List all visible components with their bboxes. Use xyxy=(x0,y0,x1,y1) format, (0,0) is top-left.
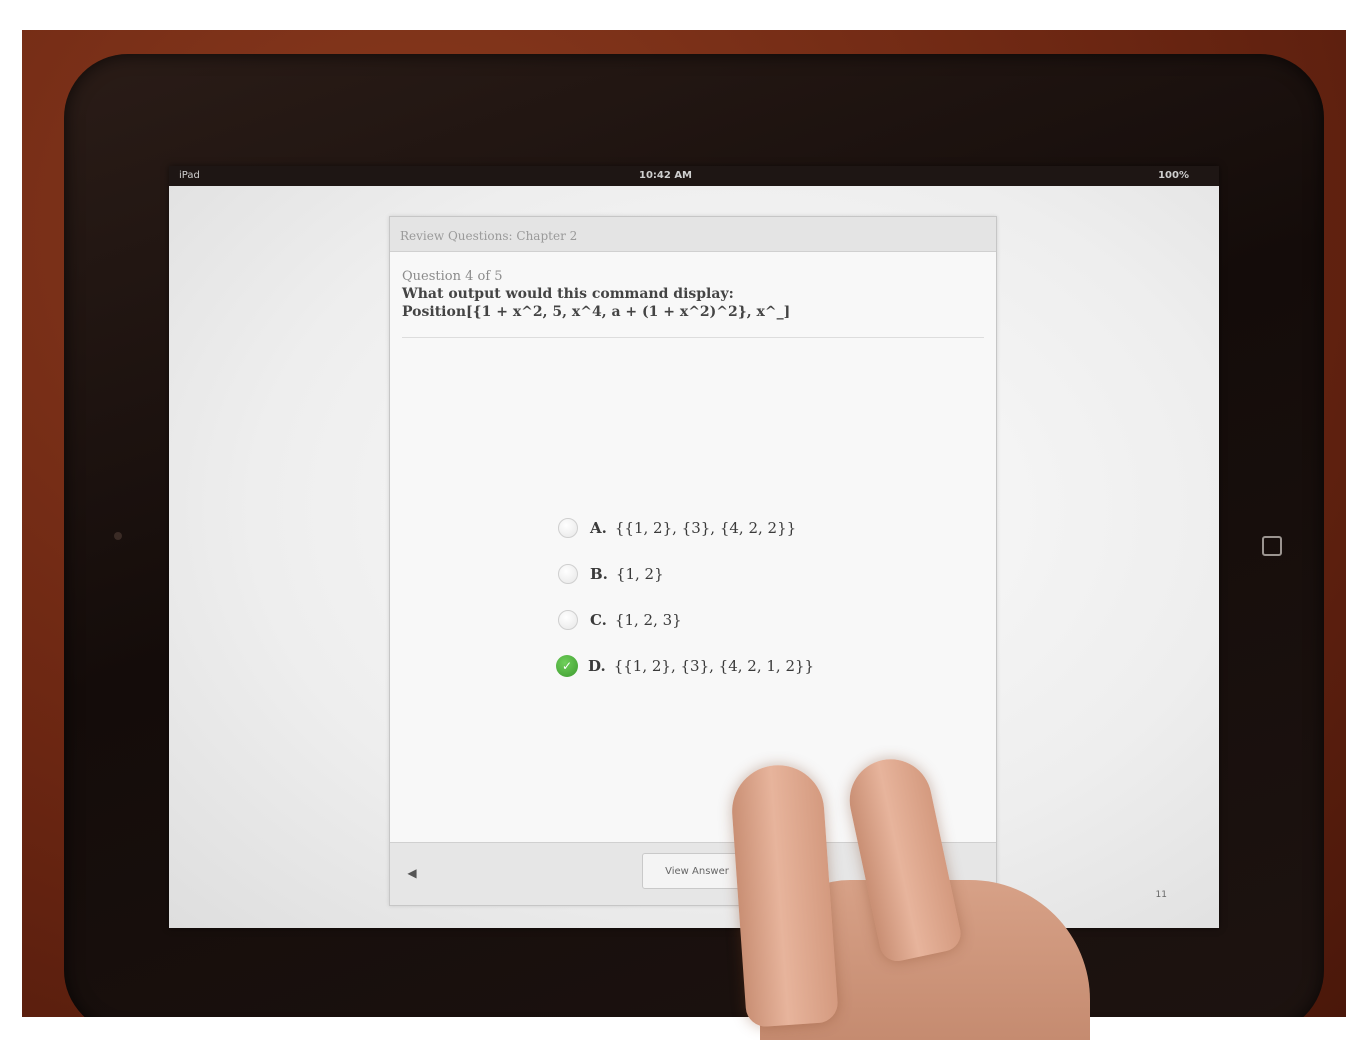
radio-icon[interactable] xyxy=(558,610,578,630)
option-letter: C. xyxy=(590,611,607,629)
option-b[interactable]: B. {1, 2} xyxy=(558,551,814,597)
option-text: {1, 2, 3} xyxy=(614,611,682,629)
checkmark-icon[interactable]: ✓ xyxy=(556,655,578,677)
option-text: {{1, 2}, {3}, {4, 2, 1, 2}} xyxy=(613,657,815,675)
question-code: Position[{1 + x^2, 5, x^4, a + (1 + x^2)… xyxy=(402,304,791,320)
option-d[interactable]: ✓ D. {{1, 2}, {3}, {4, 2, 1, 2}} xyxy=(556,643,815,689)
panel-title: Review Questions: Chapter 2 xyxy=(400,229,578,243)
question-block: Question 4 of 5 What output would this c… xyxy=(402,257,984,338)
option-letter: B. xyxy=(590,565,608,583)
left-arrow-icon[interactable]: ◀ xyxy=(400,861,424,885)
radio-icon[interactable] xyxy=(558,564,578,584)
radio-icon[interactable] xyxy=(558,518,578,538)
option-text: {1, 2} xyxy=(615,565,664,583)
status-bar: iPad 10:42 AM 100% xyxy=(169,166,1219,186)
panel-header: Review Questions: Chapter 2 xyxy=(390,217,996,252)
status-carrier: iPad xyxy=(179,170,200,181)
camera-icon xyxy=(114,532,122,540)
page-number: 11 xyxy=(1155,890,1167,900)
option-c[interactable]: C. {1, 2, 3} xyxy=(558,597,814,643)
status-battery: 100% xyxy=(1158,170,1189,181)
photo-background: iPad 10:42 AM 100% Review Questions: Cha… xyxy=(22,30,1346,1017)
ipad-screen: iPad 10:42 AM 100% Review Questions: Cha… xyxy=(169,166,1219,928)
question-counter: Question 4 of 5 xyxy=(402,269,503,284)
question-text: What output would this command display: xyxy=(402,286,734,302)
status-time: 10:42 AM xyxy=(639,170,693,181)
home-button-icon[interactable] xyxy=(1262,536,1282,556)
option-a[interactable]: A. {{1, 2}, {3}, {4, 2, 2}} xyxy=(558,505,814,551)
index-finger xyxy=(729,762,839,1028)
ipad-device: iPad 10:42 AM 100% Review Questions: Cha… xyxy=(64,54,1324,1017)
option-text: {{1, 2}, {3}, {4, 2, 2}} xyxy=(614,519,797,537)
option-letter: A. xyxy=(590,519,607,537)
answer-options: A. {{1, 2}, {3}, {4, 2, 2}} B. {1, 2} C.… xyxy=(556,505,815,689)
option-letter: D. xyxy=(588,657,606,675)
